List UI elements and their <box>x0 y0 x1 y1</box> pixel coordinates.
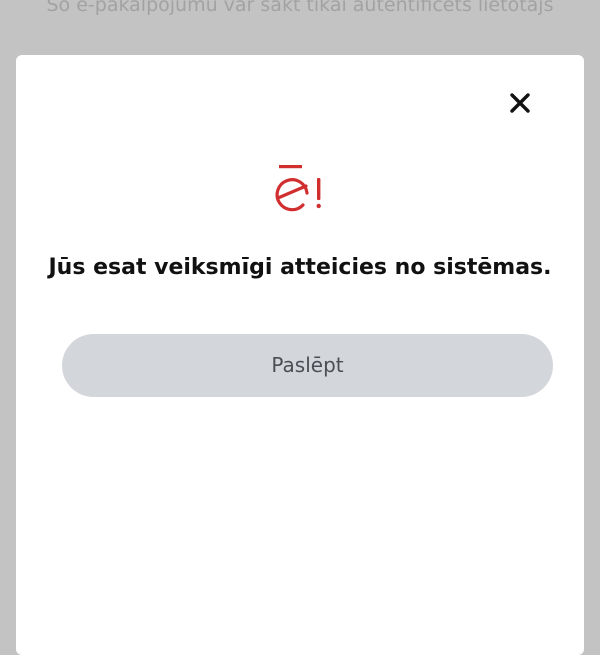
close-icon <box>510 93 530 113</box>
background-notice-text: Šo e-pakalpojumu var sākt tikai autentif… <box>46 0 554 16</box>
logout-dialog: Jūs esat veiksmīgi atteicies no sistēmas… <box>16 55 584 655</box>
e-logo-icon <box>275 165 321 212</box>
close-button[interactable] <box>506 89 534 117</box>
e-logo <box>273 165 329 215</box>
logout-success-message: Jūs esat veiksmīgi atteicies no sistēmas… <box>48 255 552 280</box>
hide-button[interactable]: Paslēpt <box>62 334 553 397</box>
